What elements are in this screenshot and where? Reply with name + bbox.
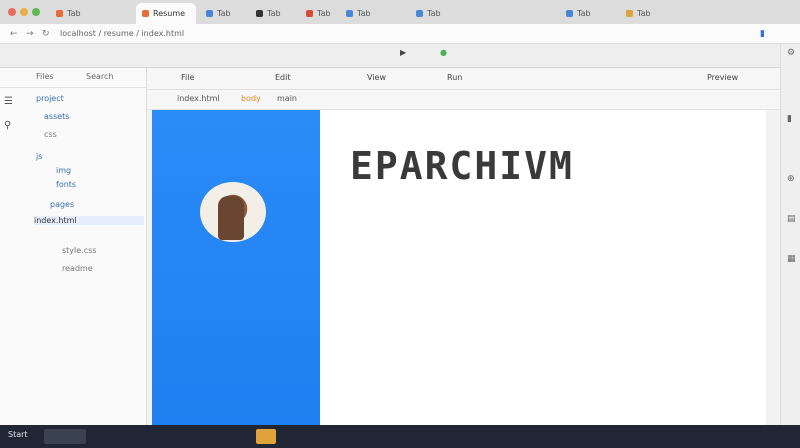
- back-arrow-icon[interactable]: ←: [10, 28, 18, 40]
- tab-favicon-icon: [566, 10, 573, 17]
- tab-favicon-icon: [626, 10, 633, 17]
- tab-favicon-icon: [56, 10, 63, 17]
- avatar-photo: [218, 196, 244, 240]
- breadcrumb: index.html body main: [147, 90, 780, 110]
- breadcrumb-body[interactable]: body: [241, 94, 261, 103]
- tree-item[interactable]: project: [36, 94, 64, 103]
- tree-item[interactable]: style.css: [62, 246, 96, 255]
- tab-label: Tab: [67, 9, 81, 18]
- tree-item[interactable]: img: [56, 166, 71, 175]
- menu-file[interactable]: File: [181, 73, 194, 82]
- tab-favicon-icon: [256, 10, 263, 17]
- tab-label: Resume: [153, 9, 186, 18]
- panel-icon[interactable]: ▦: [787, 254, 796, 264]
- browser-tab[interactable]: Tab: [340, 3, 406, 24]
- tab-favicon-icon: [206, 10, 213, 17]
- maximize-window-icon[interactable]: [32, 8, 40, 16]
- play-icon[interactable]: ▶: [400, 48, 406, 57]
- profile-panel: [152, 110, 320, 425]
- page-preview: EPARCHIVM: [152, 110, 766, 425]
- tab-label: Tab: [637, 9, 651, 18]
- browser-tab[interactable]: Tab: [250, 3, 296, 24]
- tab-label: Tab: [427, 9, 441, 18]
- tab-label: Tab: [357, 9, 371, 18]
- dev-toolbar: ● ▶: [0, 44, 800, 68]
- tab-label: Tab: [217, 9, 231, 18]
- sidebar-tab-files[interactable]: Files: [36, 72, 54, 81]
- close-window-icon[interactable]: [8, 8, 16, 16]
- taskbar: Start: [0, 425, 800, 448]
- scrollbar[interactable]: ▮: [787, 114, 792, 124]
- address-bar: ← → ↻ localhost / resume / index.html ▮: [0, 24, 800, 44]
- browser-tab[interactable]: Tab: [300, 3, 336, 24]
- tree-item[interactable]: fonts: [56, 180, 76, 189]
- tab-favicon-icon: [142, 10, 149, 17]
- start-button[interactable]: Start: [8, 430, 28, 439]
- menu-run[interactable]: Run: [447, 73, 462, 82]
- browser-tab-bar: Tab Resume Tab Tab Tab Tab Tab Tab Tab: [0, 0, 800, 24]
- browser-tab[interactable]: Tab: [410, 3, 456, 24]
- tree-item[interactable]: assets: [44, 112, 69, 121]
- extension-icon[interactable]: ▮: [760, 28, 765, 40]
- tree-item[interactable]: index.html: [34, 216, 144, 225]
- forward-arrow-icon[interactable]: →: [26, 28, 34, 40]
- sidebar-tab-search[interactable]: Search: [86, 72, 113, 81]
- page-title: EPARCHIVM: [350, 144, 574, 188]
- explorer-icon[interactable]: ☰: [4, 96, 13, 107]
- breadcrumb-main[interactable]: main: [277, 94, 297, 103]
- tree-item[interactable]: css: [44, 130, 57, 139]
- zoom-icon[interactable]: ⊕: [787, 174, 795, 184]
- settings-icon[interactable]: ⚙: [787, 48, 795, 58]
- tab-label: Tab: [317, 9, 331, 18]
- taskbar-app-2[interactable]: [256, 429, 276, 444]
- browser-tab[interactable]: Resume: [136, 3, 196, 24]
- browser-tab[interactable]: Tab: [200, 3, 246, 24]
- breadcrumb-file[interactable]: index.html: [177, 94, 220, 103]
- browser-tab[interactable]: Tab: [50, 3, 130, 24]
- menu-preview[interactable]: Preview: [707, 73, 738, 82]
- editor-toolbar: File Edit View Run Preview: [147, 68, 780, 90]
- menu-view[interactable]: View: [367, 73, 386, 82]
- tab-favicon-icon: [346, 10, 353, 17]
- tab-label: Tab: [267, 9, 281, 18]
- file-explorer: Files Search ☰ ⚲ project assets css js img fo…: [0, 68, 147, 425]
- status-indicator-icon: ●: [440, 48, 447, 57]
- taskbar-app-1[interactable]: [44, 429, 86, 444]
- tab-label: Tab: [577, 9, 591, 18]
- menu-edit[interactable]: Edit: [275, 73, 291, 82]
- tab-favicon-icon: [306, 10, 313, 17]
- browser-tab[interactable]: Tab: [620, 3, 670, 24]
- search-icon[interactable]: ⚲: [4, 120, 11, 131]
- reload-icon[interactable]: ↻: [42, 28, 50, 40]
- tab-favicon-icon: [416, 10, 423, 17]
- tree-item[interactable]: pages: [50, 200, 74, 209]
- tree-item[interactable]: js: [36, 152, 42, 161]
- sidebar-header: Files Search: [0, 68, 147, 88]
- right-toolbar: ⚙ ▮ ⊕ ▤ ▦: [780, 44, 800, 425]
- url-field[interactable]: localhost / resume / index.html: [60, 27, 740, 41]
- layers-icon[interactable]: ▤: [787, 214, 796, 224]
- minimize-window-icon[interactable]: [20, 8, 28, 16]
- tree-item[interactable]: readme: [62, 264, 93, 273]
- browser-tab[interactable]: Tab: [560, 3, 616, 24]
